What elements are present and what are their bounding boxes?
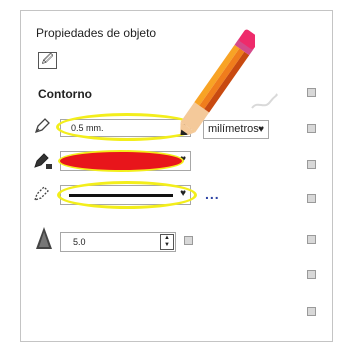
miter-limit-spinbox[interactable]: 5.0 ▲ ▼ (60, 232, 176, 252)
side-toggle-7[interactable] (307, 307, 316, 316)
panel-title: Propiedades de objeto (36, 26, 157, 40)
side-toggle-3[interactable] (307, 160, 316, 169)
chevron-down-icon: ♥ (258, 124, 264, 135)
spin-down-icon[interactable]: ▼ (161, 242, 173, 249)
miter-limit-icon (36, 227, 52, 249)
pen-outline-icon (34, 118, 50, 134)
spin-up-icon[interactable]: ▲ (161, 235, 173, 242)
pen-dotted-icon (33, 186, 49, 202)
pencil-icon (180, 29, 255, 135)
width-highlight (56, 113, 198, 141)
more-options-button[interactable]: ... (205, 186, 220, 202)
side-toggle-5[interactable] (307, 235, 316, 244)
outline-section-title: Contorno (38, 87, 92, 101)
spin-buttons[interactable]: ▲ ▼ (160, 234, 174, 250)
object-tool-button[interactable]: 🖉 (38, 52, 57, 69)
miter-value: 5.0 (73, 237, 86, 247)
side-toggle-4[interactable] (307, 194, 316, 203)
object-properties-panel (20, 10, 333, 342)
outline-color-swatch[interactable] (58, 150, 184, 172)
pen-fill-icon (34, 153, 52, 169)
side-toggle-1[interactable] (307, 88, 316, 97)
style-highlight (57, 181, 197, 209)
side-toggle-6[interactable] (307, 270, 316, 279)
pen-nib-icon: 🖉 (41, 54, 54, 66)
side-toggle-2[interactable] (307, 124, 316, 133)
miter-toggle[interactable] (184, 236, 193, 245)
smoke-swirl (251, 93, 278, 109)
